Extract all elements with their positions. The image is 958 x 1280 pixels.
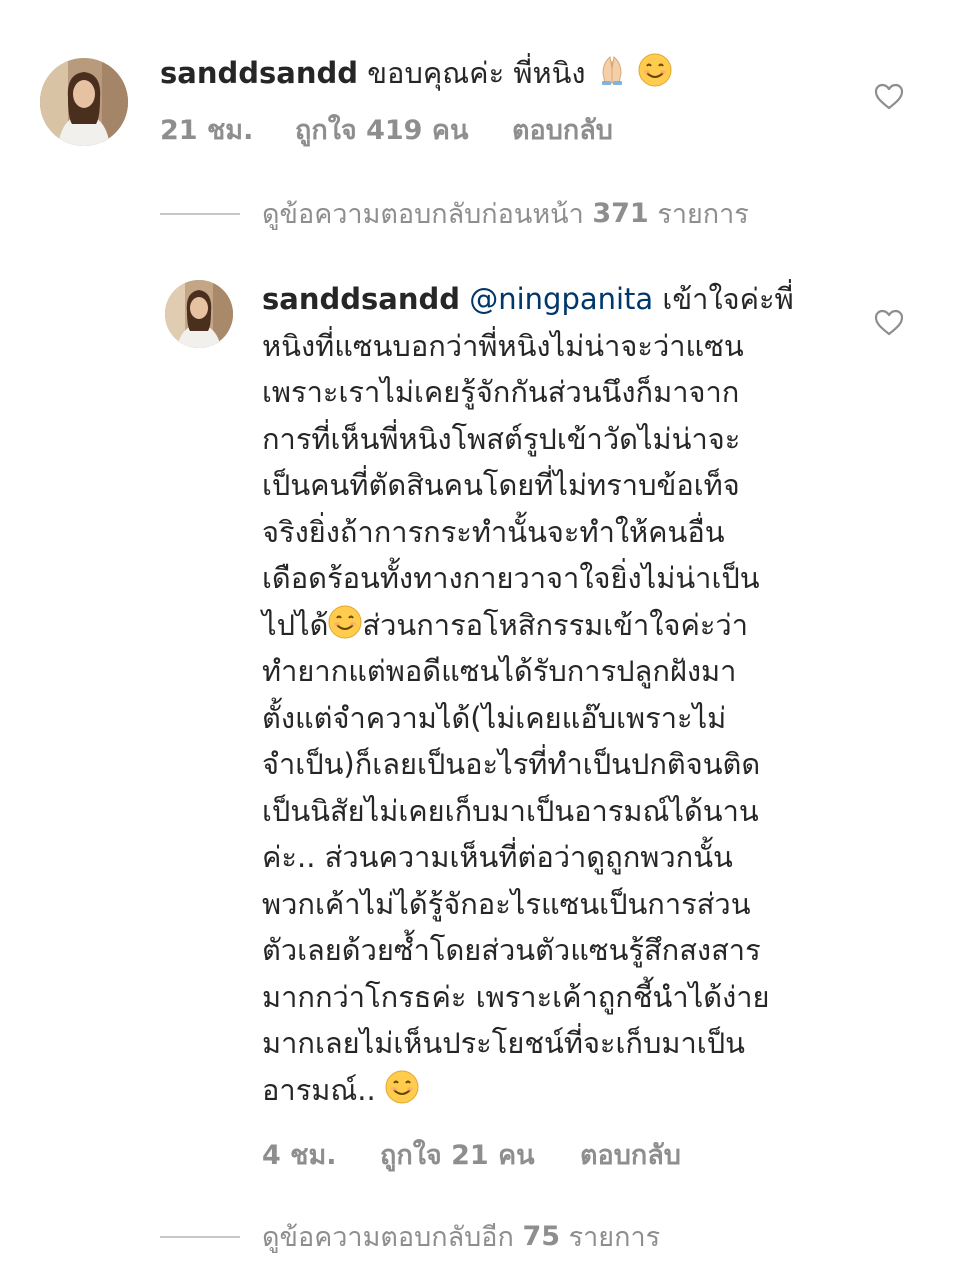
comment-line: เพราะเราไม่เคยรู้จักกันส่วนนึงก็มาจาก [262,375,740,409]
comment-line: ค่ะ.. ส่วนความเห็นที่ต่อว่าดูถูกพวกนั้น [262,840,733,874]
avatar-photo [40,58,128,146]
view-replies-prefix: ดูข้อความตอบกลับอีก [262,1222,514,1253]
comment-line-text: ส่วนการอโหสิกรรมเข้าใจค่ะว่า [362,607,749,642]
comment-line: เป็นนิสัยไม่เคยเก็บมาเป็นอารมณ์ได้นาน [262,793,759,828]
view-replies-suffix: รายการ [568,1222,661,1253]
view-replies-prefix: ดูข้อความตอบกลับก่อนหน้า [262,199,584,230]
reply-comment-text: sanddsandd @ningpanita เข้าใจค่ะพี่ หนิง… [262,276,862,1113]
comment-line: มากกว่าโกรธค่ะ เพราะเค้าถูกชี้นำได้ง่าย [262,979,770,1014]
view-previous-replies-button[interactable]: ดูข้อความตอบกลับก่อนหน้า 371 รายการ [160,192,749,235]
comment-line: อารมณ์.. [262,1067,862,1114]
comment-line: ตัวเลยด้วยซ้ำโดยส่วนตัวแซนรู้สึกสงสาร [262,933,761,967]
likes-prefix: ถูกใจ [380,1140,442,1171]
avatar[interactable] [40,58,128,146]
comment-line: จำเป็น)ก็เลยเป็นอะไรที่ทำเป็นปกติจนติด [262,747,761,781]
comment-timestamp: 21 ชม. [160,115,254,146]
mention-link[interactable]: @ningpanita [469,282,653,316]
comment-line: เป็นคนที่ตัดสินคนโดยที่ไม่ทราบข้อเท็จ [262,468,740,502]
heart-icon[interactable] [874,83,904,110]
likes-number: 21 [451,1140,489,1171]
comment-username[interactable]: sanddsandd [160,56,358,90]
smiling-face-emoji [385,1070,419,1104]
comment-line: ไปได้ ส่วนการอโหสิกรรมเข้าใจค่ะว่า [262,602,862,649]
comment-username[interactable]: sanddsandd [262,282,460,316]
likes-suffix: คน [431,115,469,146]
comment-line: ตั้งแต่จำความได้(ไม่เคยแอ๊บเพราะไม่ [262,700,727,735]
smiling-face-emoji [328,605,362,639]
heart-icon[interactable] [874,309,904,336]
view-replies-count: 75 [522,1221,561,1252]
divider [160,1235,240,1238]
comment-body: ขอบคุณค่ะ พี่หนิง [367,56,586,90]
view-replies-suffix: รายการ [657,199,749,230]
comment-meta: 21 ชม. ถูกใจ 419 คน ตอบกลับ [160,108,613,151]
reply-button[interactable]: ตอบกลับ [512,108,613,151]
comment-line: หนิงที่แซนบอกว่าพี่หนิงไม่น่าจะว่าแซน [262,328,744,363]
comment-line: พวกเค้าไม่ได้รู้จักอะไรแซนเป็นการส่วน [262,886,751,921]
comment-line: เดือดร้อนทั้งทางกายวาจาใจยิ่งไม่น่าเป็น [262,561,760,595]
comment-line-text: เข้าใจค่ะพี่ [662,282,794,316]
likes-number: 419 [366,115,423,146]
comment-line-text: อารมณ์.. [262,1072,376,1107]
avatar-photo [165,280,233,348]
comment-meta: 4 ชม. ถูกใจ 21 คน ตอบกลับ [262,1133,681,1176]
avatar[interactable] [165,280,233,348]
comment-line: sanddsandd @ningpanita เข้าใจค่ะพี่ [262,276,862,323]
view-more-replies-button[interactable]: ดูข้อความตอบกลับอีก 75 รายการ [160,1215,660,1258]
likes-prefix: ถูกใจ [295,115,357,146]
likes-suffix: คน [498,1140,535,1171]
reply-button[interactable]: ตอบกลับ [580,1133,681,1176]
divider [160,212,240,215]
comment-line: การที่เห็นพี่หนิงโพสต์รูปเข้าวัดไม่น่าจะ [262,421,741,456]
comment-line: มากเลยไม่เห็นประโยชน์ที่จะเก็บมาเป็น [262,1026,745,1060]
comment-timestamp: 4 ชม. [262,1140,337,1171]
smiling-face-emoji [638,53,672,87]
comment-text: sanddsandd ขอบคุณค่ะ พี่หนิง [160,50,840,97]
comment-line-text: ไปได้ [262,607,329,642]
view-replies-count: 371 [592,198,649,229]
comment-like-count[interactable]: ถูกใจ 419 คน [295,108,512,151]
comment-like-count[interactable]: ถูกใจ 21 คน [380,1133,580,1176]
folded-hands-emoji [595,53,629,87]
comment-line: จริงยิ่งถ้าการกระทำนั้นจะทำให้คนอื่น [262,514,725,549]
comment-line: ทำยากแต่พอดีแซนได้รับการปลูกฝังมา [262,654,737,688]
